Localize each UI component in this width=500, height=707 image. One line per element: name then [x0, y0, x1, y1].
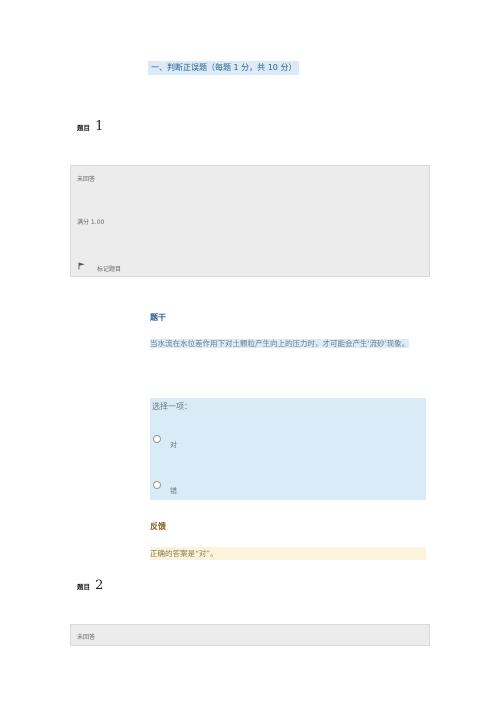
feedback-text: 正确的答案是“对”。 — [150, 549, 218, 558]
question-number: 2 — [95, 578, 104, 593]
option-label-true[interactable]: 对 — [170, 440, 177, 450]
status-text: 未回答 — [77, 176, 96, 183]
answer-block: 选择一项： 对 错 — [150, 398, 426, 500]
question-number: 1 — [95, 119, 104, 134]
flag-question-link[interactable]: 标记题目 — [97, 264, 121, 273]
feedback-heading: 反馈 — [150, 522, 166, 531]
status-text: 未回答 — [77, 634, 96, 641]
flag-icon[interactable] — [78, 262, 86, 270]
question-text-heading: 题干 — [150, 313, 166, 322]
question-label: 题目 — [77, 583, 90, 591]
question-2-info: 未回答 — [70, 624, 430, 646]
question-label: 题目 — [77, 124, 90, 132]
question-1-number: 题目 1 — [77, 115, 103, 134]
feedback-box: 正确的答案是“对”。 — [150, 547, 426, 560]
question-2-number: 题目 2 — [77, 574, 103, 593]
question-1-info: 未回答 满分 1.00 标记题目 — [70, 165, 430, 277]
score-text: 满分 1.00 — [77, 219, 105, 226]
radio-option-true[interactable] — [153, 435, 161, 443]
radio-option-false[interactable] — [153, 481, 161, 489]
question-stem: 当水流在水位差作用下对土颗粒产生向上的压力时，才可能会产生'流砂'现象。 — [150, 338, 426, 350]
question-stem-text: 当水流在水位差作用下对土颗粒产生向上的压力时，才可能会产生'流砂'现象。 — [150, 339, 410, 348]
section-heading: 一、判断正误题（每题 1 分，共 10 分） — [148, 61, 300, 75]
option-label-false[interactable]: 错 — [170, 486, 177, 496]
answer-prompt: 选择一项： — [152, 402, 192, 411]
